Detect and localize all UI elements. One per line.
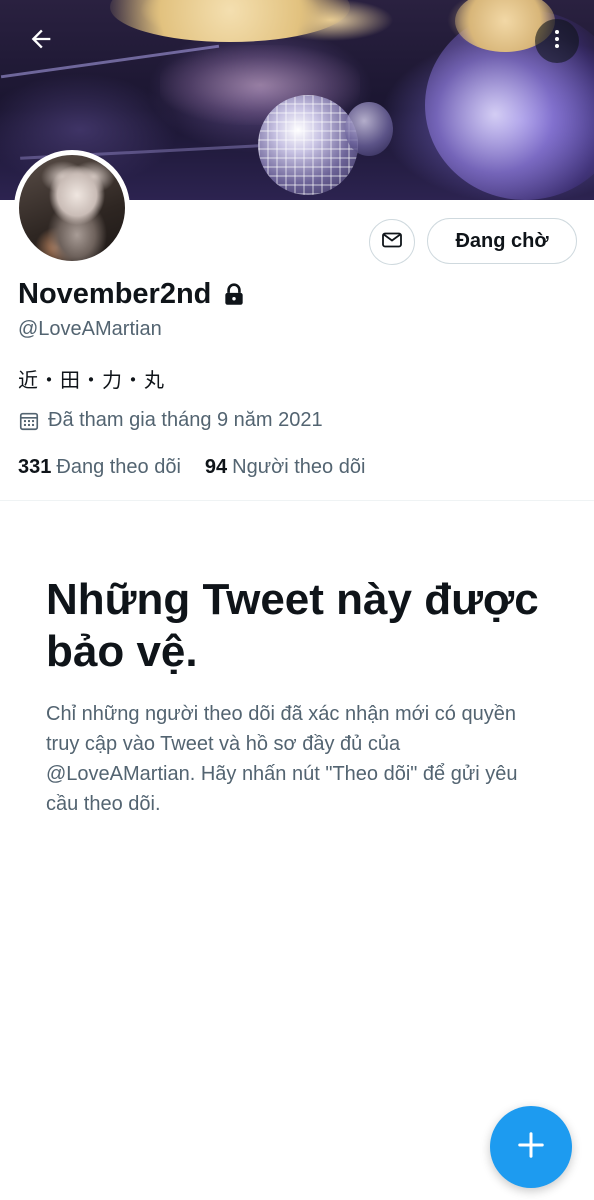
message-button[interactable] [369,219,415,265]
followers-link[interactable]: 94 Người theo dõi [205,456,366,479]
envelope-icon [380,228,404,257]
profile-bio: 近・田・力・丸 [18,370,165,392]
followers-label: Người theo dõi [232,456,366,478]
banner-disco-ball [258,95,358,195]
more-vertical-icon [545,27,569,56]
display-name: November2nd [18,278,212,310]
followers-count: 94 [204,456,228,478]
pending-follow-button[interactable]: Đang chờ [427,218,577,264]
more-options-button[interactable] [535,19,579,63]
following-label: Đang theo dõi [56,456,181,478]
following-count: 331 [18,456,52,478]
calendar-icon [18,410,40,432]
back-button[interactable] [19,19,63,63]
user-handle: @LoveAMartian [18,318,162,340]
banner-moon-lamp [110,0,350,42]
following-link[interactable]: 331 Đang theo dõi [18,456,181,479]
joined-date: Đã tham gia tháng 9 năm 2021 [48,409,323,431]
joined-date-row: Đã tham gia tháng 9 năm 2021 [18,409,323,432]
follow-stats: 331 Đang theo dõi 94 Người theo dõi [18,456,389,479]
plus-icon [516,1130,546,1165]
banner-disco-ball-small [345,102,393,156]
protected-tweets-description: Chỉ những người theo dõi đã xác nhận mới… [46,703,518,815]
profile-page: Đang chờ November2nd @LoveAMartian 近・田・力… [0,0,594,1200]
arrow-left-icon [27,25,55,58]
profile-name-row: November2nd [18,278,247,311]
lock-icon [221,282,247,308]
protected-tweets-title: Những Tweet này được bảo vệ. [46,575,539,676]
compose-tweet-button[interactable] [490,1106,572,1188]
divider [0,500,594,501]
avatar[interactable] [14,150,130,266]
